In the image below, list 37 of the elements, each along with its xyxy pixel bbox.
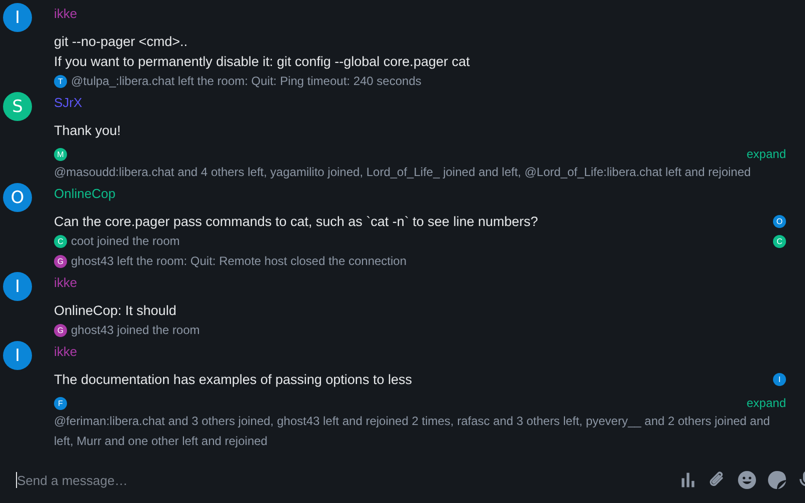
membership-summary: @masoudd:libera.chat and 4 others left, yagamilito joined, Lord_of_Life_ joined and left, @Lord_of_Life:libera.chat left and rejoined — [54, 164, 752, 181]
message-text: git --no-pager <cmd>.. — [54, 34, 189, 48]
expand-link[interactable]: expand — [746, 396, 786, 410]
sender-name[interactable]: ikke — [54, 275, 78, 290]
member-avatar[interactable]: T — [54, 74, 67, 88]
emoji-icon[interactable] — [737, 470, 757, 490]
read-receipt[interactable]: I — [773, 372, 786, 386]
sender-name[interactable]: OnlineCop — [54, 186, 116, 201]
expand-link[interactable]: expand — [746, 147, 786, 161]
message-text: OnlineCop: It should — [54, 302, 178, 318]
room-event: ghost43 left the room: Quit: Remote host closed the connection — [71, 254, 408, 268]
sender-name[interactable]: ikke — [54, 6, 78, 21]
user-avatar[interactable]: I — [3, 341, 32, 370]
membership-summary: @feriman:libera.chat and 3 others joined, ghost43 left and rejoined 2 times, rafasc and 3 others left, pyevery__ and 2 others joined and left, Murr and one other left and rejoined — [54, 413, 771, 450]
user-avatar[interactable]: S — [3, 92, 32, 121]
user-avatar[interactable]: I — [3, 272, 32, 301]
read-receipt[interactable]: O — [773, 214, 786, 228]
room-event: ghost43 joined the room — [71, 323, 201, 337]
room-event: coot joined the room — [71, 234, 181, 248]
user-avatar[interactable]: I — [3, 3, 32, 32]
user-avatar[interactable]: O — [3, 183, 32, 212]
sender-name[interactable]: SJrX — [54, 95, 82, 110]
message-text: Can the core.pager pass commands to cat, such as `cat -n` to see line numbers? — [54, 214, 539, 228]
member-avatar[interactable]: C — [54, 234, 67, 248]
message-text: The documentation has examples of passing options to less — [54, 372, 413, 386]
sender-name[interactable]: ikke — [54, 344, 78, 359]
message-text: If you want to permanently disable it: git config --global core.pager cat — [54, 54, 471, 68]
member-avatar[interactable]: M — [54, 148, 67, 160]
poll-icon[interactable] — [679, 471, 697, 489]
sticker-icon[interactable] — [767, 470, 787, 490]
room-event: @tulpa_:libera.chat left the room: Quit: Ping timeout: 240 seconds — [71, 74, 422, 88]
member-avatar[interactable]: F — [54, 396, 67, 410]
member-avatar[interactable]: G — [54, 324, 67, 336]
message-input[interactable]: Send a message… — [17, 472, 317, 488]
message-text: Thank you! — [54, 122, 122, 138]
read-receipt[interactable]: C — [773, 234, 786, 248]
member-avatar[interactable]: G — [54, 254, 67, 268]
